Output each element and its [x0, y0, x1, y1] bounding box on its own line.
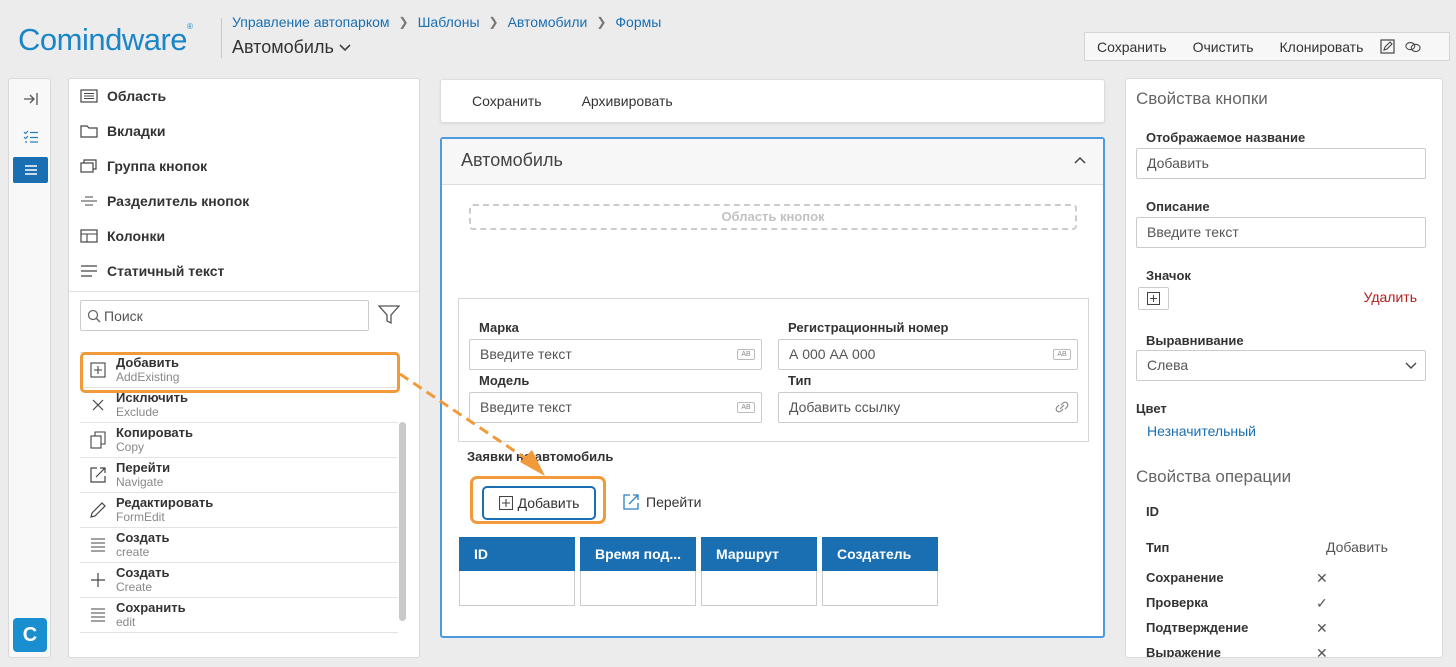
drag-arrow-icon	[399, 372, 545, 476]
